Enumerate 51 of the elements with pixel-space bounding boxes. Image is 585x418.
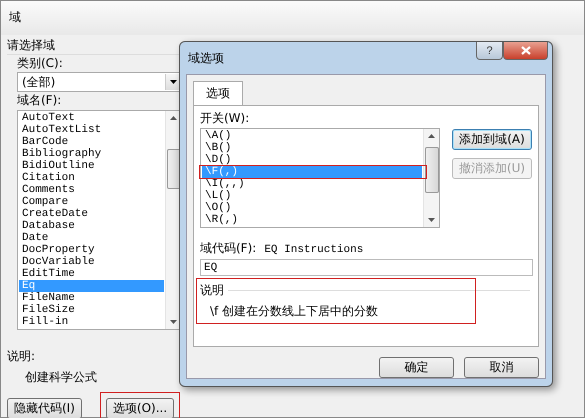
scroll-down-icon[interactable]	[170, 320, 177, 324]
close-icon	[520, 46, 530, 55]
list-item[interactable]: Fill-in	[19, 316, 164, 328]
list-item[interactable]: Database	[19, 220, 164, 232]
scroll-thumb[interactable]	[425, 147, 439, 193]
dialog-button[interactable]: 取消	[464, 357, 539, 378]
category-label: 类别(C):	[17, 55, 64, 72]
help-button[interactable]: ?	[476, 42, 503, 60]
field-names-label: 域名(F):	[17, 92, 62, 109]
category-dropdown[interactable]: (全部)	[17, 72, 182, 92]
scroll-up-icon[interactable]	[428, 134, 435, 138]
dialog-title: 域选项	[187, 50, 224, 67]
list-item[interactable]: DocProperty	[19, 244, 164, 256]
dialog-button[interactable]: 隐藏代码(I)	[7, 398, 82, 418]
list-item[interactable]: \D()	[202, 154, 422, 166]
side-button[interactable]: 添加到域(A)	[452, 129, 532, 150]
dialog-button[interactable]: 确定	[379, 357, 454, 378]
field-code-hint: EQ Instructions	[264, 244, 364, 256]
field-code-field[interactable]: EQ	[200, 259, 533, 276]
switches-label: 开关(W):	[200, 110, 250, 127]
list-item[interactable]: \A()	[202, 130, 422, 142]
description-title: 说明	[200, 282, 224, 299]
list-item[interactable]: DocVariable	[19, 256, 164, 268]
description-text: 创建科学公式	[24, 369, 98, 386]
description-text: \f 创建在分数线上下居中的分数	[209, 303, 380, 320]
list-item[interactable]: FileName	[19, 292, 164, 304]
dropdown-arrow-icon[interactable]	[170, 80, 177, 84]
field-code-label: 域代码(F):	[200, 240, 256, 257]
list-item[interactable]: Citation	[19, 172, 164, 184]
window-title: 域	[1, 1, 584, 35]
tab[interactable]: 选项	[193, 81, 243, 105]
list-item[interactable]: BarCode	[19, 136, 164, 148]
list-item[interactable]: CreateDate	[19, 208, 164, 220]
list-item[interactable]: AutoText	[19, 112, 164, 124]
list-item[interactable]: Compare	[19, 196, 164, 208]
list-item[interactable]: EditTime	[19, 268, 164, 280]
list-item[interactable]: Bibliography	[19, 148, 164, 160]
list-item[interactable]: Date	[19, 232, 164, 244]
description-label: 说明:	[7, 348, 36, 365]
scroll-down-icon[interactable]	[428, 218, 435, 222]
list-item[interactable]: \O()	[202, 202, 422, 214]
list-item[interactable]: AutoTextList	[19, 124, 164, 136]
scroll-up-icon[interactable]	[170, 116, 177, 120]
list-item[interactable]: \R(,)	[202, 214, 422, 226]
list-item[interactable]: Comments	[19, 184, 164, 196]
list-item[interactable]: FileSize	[19, 304, 164, 316]
dialog-button[interactable]: 选项(O)...	[106, 398, 174, 418]
list-item[interactable]: BidiOutline	[19, 160, 164, 172]
list-item[interactable]: \L()	[202, 190, 422, 202]
close-button[interactable]	[503, 42, 548, 60]
list-item[interactable]: \B()	[202, 142, 422, 154]
